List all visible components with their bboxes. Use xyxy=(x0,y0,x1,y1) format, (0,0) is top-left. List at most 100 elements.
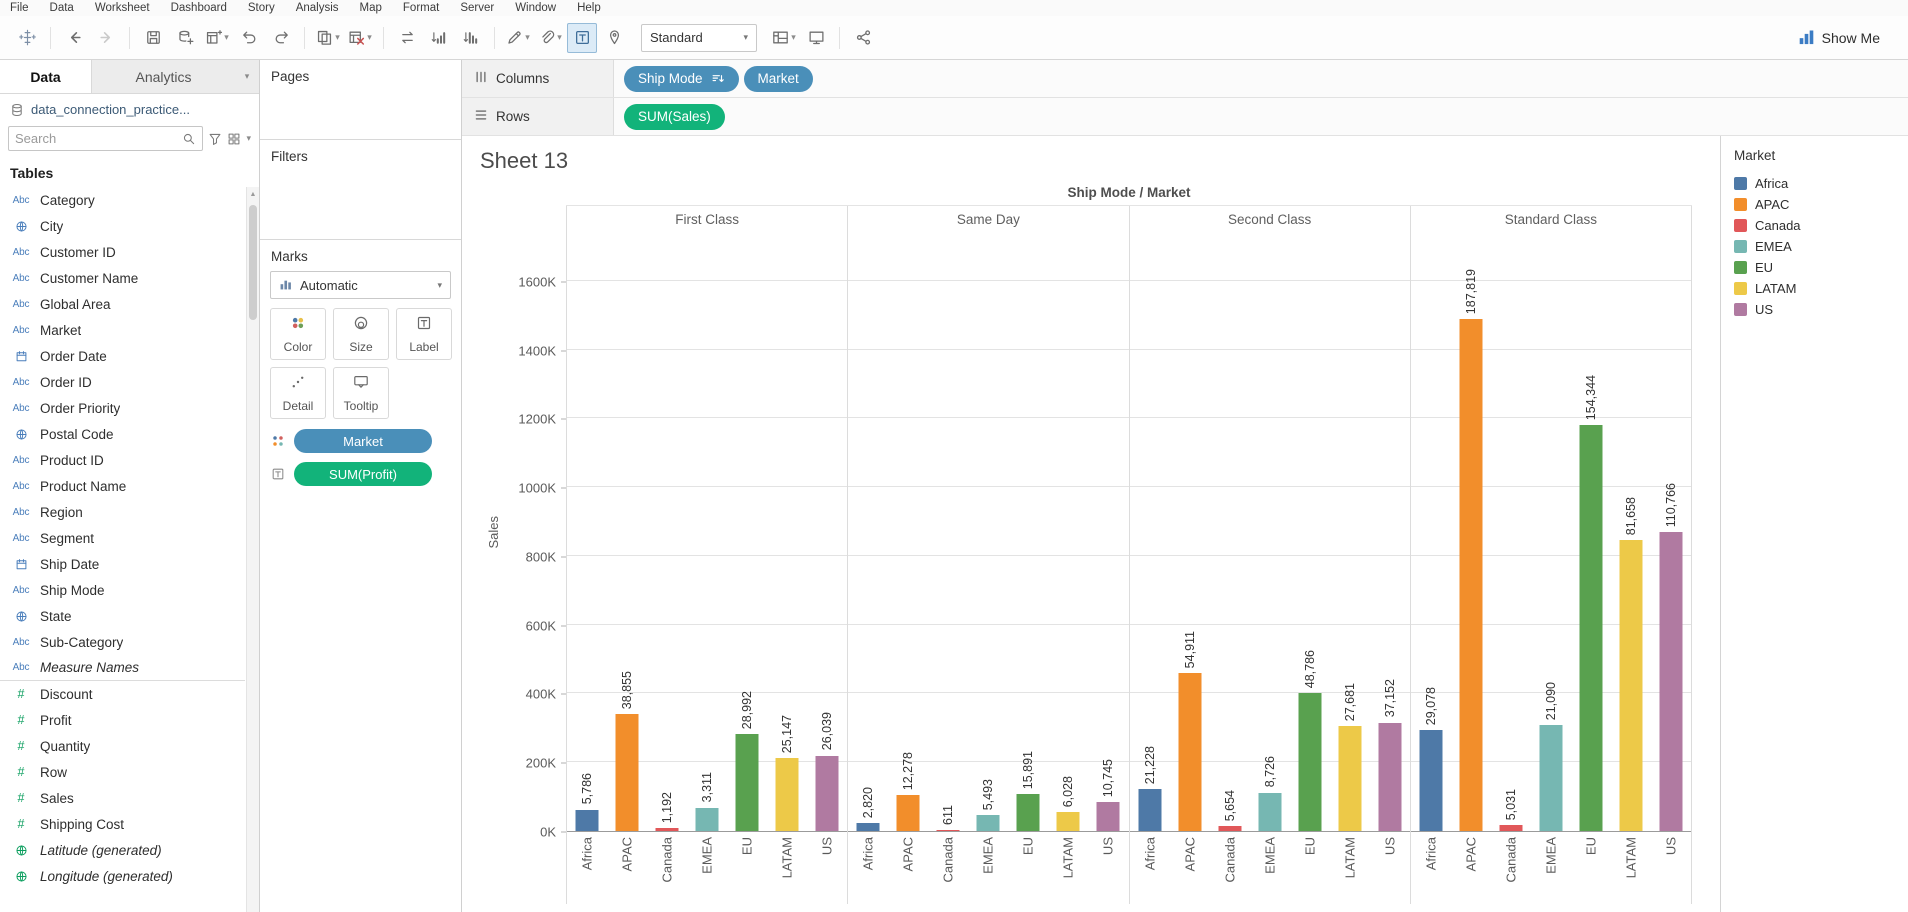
field-row[interactable]: #Row xyxy=(0,759,245,785)
field-order-priority[interactable]: AbcOrder Priority xyxy=(0,395,245,421)
bar-same-day-emea[interactable] xyxy=(977,815,1000,831)
bar-standard-class-eu[interactable] xyxy=(1579,425,1602,831)
bar-second-class-africa[interactable] xyxy=(1138,789,1161,831)
field-longitude-generated[interactable]: Longitude (generated) xyxy=(0,863,245,889)
field-ship-date[interactable]: Ship Date xyxy=(0,551,245,577)
show-me-button[interactable]: Show Me xyxy=(1798,29,1896,46)
bar-second-class-apac[interactable] xyxy=(1178,673,1201,831)
clear-sheet-button[interactable]: ▾ xyxy=(345,23,375,53)
sidebar-scrollbar[interactable]: ▲ xyxy=(246,187,259,912)
bar-same-day-eu[interactable] xyxy=(1017,794,1040,831)
field-profit[interactable]: #Profit xyxy=(0,707,245,733)
menu-format[interactable]: Format xyxy=(403,2,439,14)
group-members-button[interactable]: ▾ xyxy=(535,23,565,53)
field-product-name[interactable]: AbcProduct Name xyxy=(0,473,245,499)
bar-standard-class-africa[interactable] xyxy=(1419,730,1442,831)
marks-tooltip-button[interactable]: Tooltip xyxy=(333,367,389,419)
tableau-logo-button[interactable] xyxy=(12,23,42,53)
field-sales[interactable]: #Sales xyxy=(0,785,245,811)
legend-item-emea[interactable]: EMEA xyxy=(1734,236,1895,257)
menu-window[interactable]: Window xyxy=(515,2,556,14)
sort-icon[interactable] xyxy=(711,72,725,86)
fix-axes-button[interactable] xyxy=(599,23,629,53)
marks-label-button[interactable]: Label xyxy=(396,308,452,360)
add-data-button[interactable] xyxy=(170,23,200,53)
bar-standard-class-us[interactable] xyxy=(1659,532,1682,831)
menu-file[interactable]: File xyxy=(10,2,29,14)
field-customer-id[interactable]: AbcCustomer ID xyxy=(0,239,245,265)
field-segment[interactable]: AbcSegment xyxy=(0,525,245,551)
bar-second-class-eu[interactable] xyxy=(1298,693,1321,831)
swap-axes-button[interactable] xyxy=(392,23,422,53)
field-product-id[interactable]: AbcProduct ID xyxy=(0,447,245,473)
bar-first-class-apac[interactable] xyxy=(616,714,639,831)
menu-dashboard[interactable]: Dashboard xyxy=(171,2,227,14)
save-button[interactable] xyxy=(138,23,168,53)
bar-second-class-canada[interactable] xyxy=(1218,826,1241,831)
bar-standard-class-emea[interactable] xyxy=(1539,725,1562,831)
field-state[interactable]: State xyxy=(0,603,245,629)
bar-second-class-us[interactable] xyxy=(1378,723,1401,831)
field-order-date[interactable]: Order Date xyxy=(0,343,245,369)
pages-shelf[interactable]: Pages xyxy=(260,60,461,140)
forward-button[interactable] xyxy=(91,23,121,53)
tab-data[interactable]: Data xyxy=(0,60,92,93)
view-as-grid-icon[interactable] xyxy=(227,132,241,146)
bar-standard-class-apac[interactable] xyxy=(1459,319,1482,831)
marks-detail-button[interactable]: Detail xyxy=(270,367,326,419)
field-discount[interactable]: #Discount xyxy=(0,681,245,707)
field-measure-names[interactable]: AbcMeasure Names xyxy=(0,655,245,681)
bar-same-day-us[interactable] xyxy=(1097,802,1120,831)
bar-first-class-emea[interactable] xyxy=(696,808,719,831)
data-connection[interactable]: data_connection_practice... xyxy=(0,94,259,122)
tab-analytics[interactable]: Analytics xyxy=(92,60,235,93)
presentation-mode-button[interactable] xyxy=(801,23,831,53)
menu-help[interactable]: Help xyxy=(577,2,601,14)
bar-same-day-canada[interactable] xyxy=(937,830,960,831)
sort-ascending-button[interactable] xyxy=(424,23,454,53)
menu-data[interactable]: Data xyxy=(50,2,74,14)
highlight-button[interactable]: ▾ xyxy=(503,23,533,53)
field-customer-name[interactable]: AbcCustomer Name xyxy=(0,265,245,291)
mark-type-select[interactable]: Automatic ▾ xyxy=(270,271,451,299)
legend-item-latam[interactable]: LATAM xyxy=(1734,278,1895,299)
pill-ship-mode[interactable]: Ship Mode xyxy=(624,66,739,92)
bar-first-class-us[interactable] xyxy=(816,756,839,831)
bar-standard-class-latam[interactable] xyxy=(1619,540,1642,831)
bar-second-class-latam[interactable] xyxy=(1338,726,1361,831)
menu-server[interactable]: Server xyxy=(460,2,494,14)
bar-first-class-eu[interactable] xyxy=(736,734,759,831)
bar-first-class-africa[interactable] xyxy=(576,810,599,831)
legend-item-us[interactable]: US xyxy=(1734,299,1895,320)
bar-second-class-emea[interactable] xyxy=(1258,793,1281,832)
legend-item-africa[interactable]: Africa xyxy=(1734,173,1895,194)
filters-shelf[interactable]: Filters xyxy=(260,140,461,240)
filter-icon[interactable] xyxy=(208,132,222,146)
field-market[interactable]: AbcMarket xyxy=(0,317,245,343)
legend-item-canada[interactable]: Canada xyxy=(1734,215,1895,236)
show-hide-cards-button[interactable]: ▾ xyxy=(769,23,799,53)
pill-market[interactable]: Market xyxy=(744,66,813,92)
bar-same-day-latam[interactable] xyxy=(1057,812,1080,831)
field-sub-category[interactable]: AbcSub-Category xyxy=(0,629,245,655)
field-latitude-generated[interactable]: Latitude (generated) xyxy=(0,837,245,863)
field-category[interactable]: AbcCategory xyxy=(0,187,245,213)
menu-story[interactable]: Story xyxy=(248,2,275,14)
field-city[interactable]: City xyxy=(0,213,245,239)
pill-sum-sales[interactable]: SUM(Sales) xyxy=(624,104,725,130)
bar-same-day-apac[interactable] xyxy=(897,795,920,831)
pane-menu-icon[interactable]: ▾ xyxy=(235,60,259,93)
pill-market[interactable]: Market xyxy=(294,429,432,453)
field-ship-mode[interactable]: AbcShip Mode xyxy=(0,577,245,603)
menu-worksheet[interactable]: Worksheet xyxy=(95,2,150,14)
legend-item-apac[interactable]: APAC xyxy=(1734,194,1895,215)
undo-button[interactable] xyxy=(234,23,264,53)
show-mark-labels-button[interactable] xyxy=(567,23,597,53)
search-input[interactable]: Search xyxy=(8,126,203,151)
bar-same-day-africa[interactable] xyxy=(857,823,880,831)
back-button[interactable] xyxy=(59,23,89,53)
marks-color-button[interactable]: Color xyxy=(270,308,326,360)
fit-mode-select[interactable]: Standard ▾ xyxy=(641,24,757,52)
menu-map[interactable]: Map xyxy=(360,2,382,14)
new-worksheet-button[interactable]: ▾ xyxy=(202,23,232,53)
